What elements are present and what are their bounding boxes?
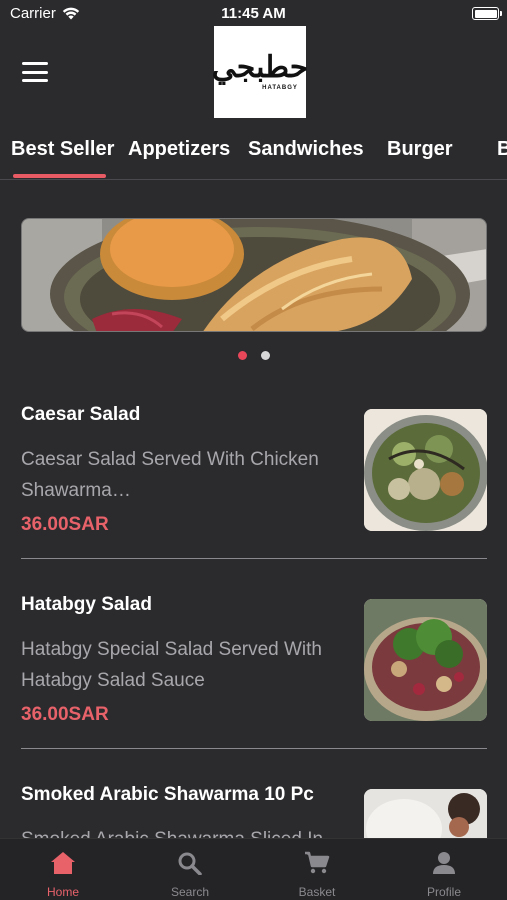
tab-basket-label: Basket xyxy=(298,885,336,899)
caesar-salad-image xyxy=(364,409,487,531)
tab-more[interactable]: B xyxy=(497,138,507,161)
item-price: 36.00SAR xyxy=(21,514,109,535)
menu-item-hatabgy-salad[interactable]: Hatabgy Salad Hatabgy Special Salad Serv… xyxy=(21,594,487,749)
battery-icon xyxy=(472,7,502,20)
item-description: Hatabgy Special Salad Served With Hatabg… xyxy=(21,639,322,691)
tab-basket[interactable]: Basket xyxy=(254,839,380,900)
carousel-dot[interactable] xyxy=(260,351,270,360)
logo-wordmark: حطبجي xyxy=(211,50,309,85)
status-time: 11:45 AM xyxy=(221,5,286,22)
home-icon xyxy=(51,852,75,874)
item-name: Smoked Arabic Shawarma 10 Pc xyxy=(21,784,314,805)
profile-icon xyxy=(433,852,455,874)
carousel-dot-active[interactable] xyxy=(237,351,247,360)
search-icon xyxy=(178,852,202,875)
menu-item-caesar-salad[interactable]: Caesar Salad Caesar Salad Served With Ch… xyxy=(21,404,487,559)
logo-subtext: HATABGY xyxy=(262,85,298,91)
item-name: Caesar Salad xyxy=(21,404,141,425)
category-tabs: Best Seller Appetizers Sandwiches Burger… xyxy=(0,130,507,180)
promo-banner[interactable] xyxy=(21,218,487,332)
tab-home-label: Home xyxy=(46,885,79,899)
tab-home[interactable]: Home xyxy=(0,839,126,900)
item-thumbnail xyxy=(364,409,487,531)
item-name: Hatabgy Salad xyxy=(21,594,152,615)
tab-profile[interactable]: Profile xyxy=(381,839,507,900)
tab-selected-indicator xyxy=(13,174,106,178)
item-description: Caesar Salad Served With Chicken Shawarm… xyxy=(21,449,319,501)
tab-profile-label: Profile xyxy=(426,885,461,899)
hatabgy-salad-image xyxy=(364,599,487,721)
tab-burger[interactable]: Burger xyxy=(387,138,453,161)
app-header: حطبجي HATABGY xyxy=(0,24,507,120)
cart-icon xyxy=(305,851,330,874)
tab-search[interactable]: Search xyxy=(127,839,253,900)
carousel-pagination xyxy=(0,351,507,360)
tab-sandwiches[interactable]: Sandwiches xyxy=(248,138,364,161)
hamburger-icon[interactable] xyxy=(22,62,48,82)
bottom-tab-bar: Home Search Basket Profile xyxy=(0,838,507,900)
item-price: 36.00SAR xyxy=(21,704,109,725)
brand-logo: حطبجي HATABGY xyxy=(211,26,309,118)
item-thumbnail xyxy=(364,599,487,721)
tab-appetizers[interactable]: Appetizers xyxy=(128,138,230,161)
banner-food-image xyxy=(22,219,486,331)
tab-search-label: Search xyxy=(170,885,210,899)
tab-best-seller[interactable]: Best Seller xyxy=(11,138,114,161)
